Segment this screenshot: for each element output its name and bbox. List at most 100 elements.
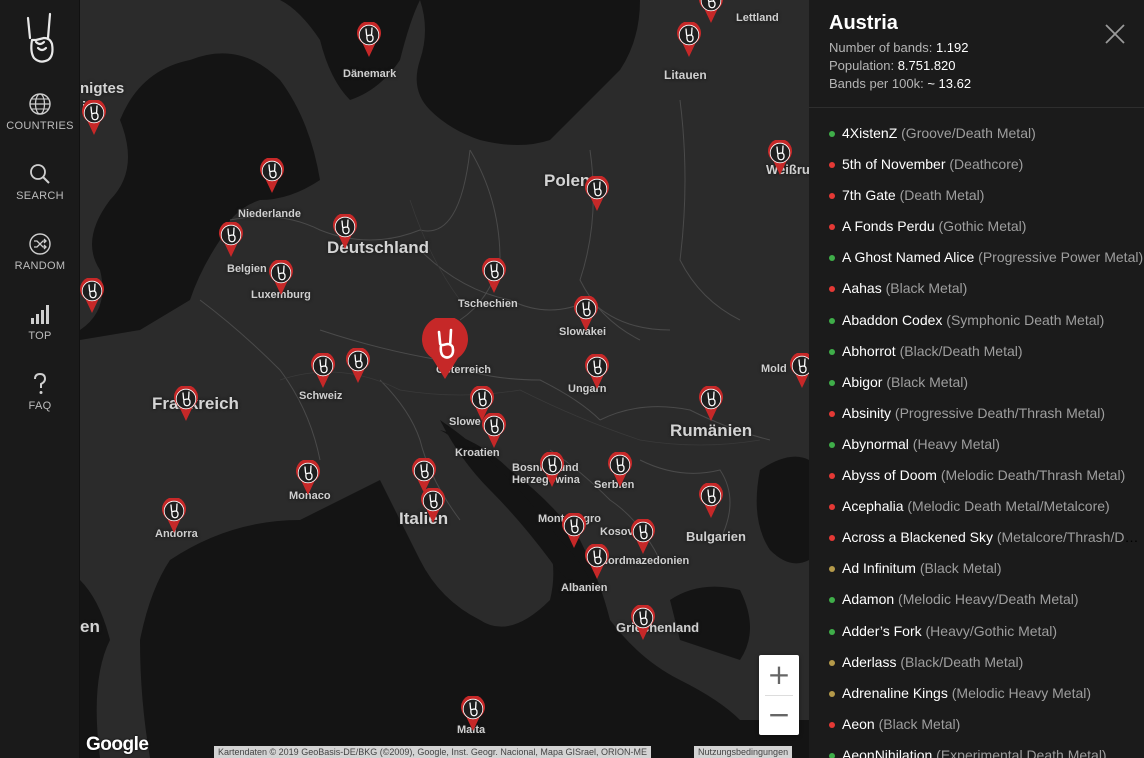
sidebar: COUNTRIES SEARCH RANDOM TOP FAQ [0, 0, 80, 758]
status-dot [829, 690, 835, 697]
map-pin-tschechien[interactable] [480, 256, 508, 294]
band-list-item[interactable]: Abynormal (Heavy Metal) [809, 429, 1144, 460]
map-pin-luxemburg[interactable] [267, 258, 295, 296]
nav-top[interactable]: TOP [0, 302, 80, 362]
map-pin-bulgarien[interactable] [697, 481, 725, 519]
status-dot [829, 379, 835, 386]
band-name: Aahas [842, 280, 882, 297]
map-pin-mazedonien[interactable] [629, 517, 657, 555]
map-pin-liechtenstein[interactable] [344, 346, 372, 384]
map-pin-belgien[interactable] [217, 220, 245, 258]
nav-search-label: SEARCH [16, 190, 64, 202]
app-root: COUNTRIES SEARCH RANDOM TOP FAQ Dänemark… [0, 0, 1144, 758]
band-list-item[interactable]: Aahas (Black Metal) [809, 273, 1144, 304]
map-pin-malta[interactable] [459, 694, 487, 732]
map-pin-bosnien[interactable] [538, 450, 566, 488]
map-pin-uk[interactable] [80, 98, 108, 136]
band-list-item[interactable]: A Ghost Named Alice (Progressive Power M… [809, 242, 1144, 273]
map-pin-rumaenien[interactable] [697, 384, 725, 422]
band-genre: (Heavy/Gothic Metal) [921, 622, 1058, 639]
map-pin-moldau[interactable] [788, 351, 809, 389]
band-list-item[interactable]: 5th of November (Deathcore) [809, 149, 1144, 180]
terms-link[interactable]: Nutzungsbedingungen [694, 746, 793, 758]
label-tschechien: Tschechien [458, 298, 518, 310]
band-genre: (Symphonic Death Metal) [942, 311, 1105, 328]
status-dot [829, 566, 835, 573]
map-pin-ireland[interactable] [80, 276, 106, 314]
band-list-item[interactable]: Acephalia (Melodic Death Metal/Metalcore… [809, 491, 1144, 522]
map-pin-monaco[interactable] [294, 458, 322, 496]
label-daenemark: Dänemark [343, 68, 397, 80]
band-list-item[interactable]: Across a Blackened Sky (Metalcore/Thrash… [809, 522, 1144, 553]
band-genre: (Gothic Metal) [934, 218, 1027, 235]
band-list-item[interactable]: Aeon (Black Metal) [809, 709, 1144, 740]
map-pin-deutschland[interactable] [331, 212, 359, 250]
status-dot [829, 131, 835, 137]
stat-bands-label: Number of bands: [829, 40, 933, 55]
map-pin-ungarn[interactable] [583, 352, 611, 390]
band-list-item[interactable]: Adamon (Melodic Heavy/Death Metal) [809, 584, 1144, 615]
map-pin-lettland[interactable] [697, 0, 725, 24]
nav-faq-label: FAQ [28, 400, 52, 412]
band-list-item[interactable]: Abhorrot (Black/Death Metal) [809, 336, 1144, 367]
country-title: Austria [829, 12, 898, 34]
map-pin-frankreich[interactable] [172, 384, 200, 422]
band-genre: (Black Metal) [874, 715, 961, 732]
map-pin-niederlande[interactable] [258, 156, 286, 194]
map-pin-kroatien[interactable] [480, 411, 508, 449]
nav-top-label: TOP [28, 330, 52, 342]
map-pin-weissrussland[interactable] [766, 138, 794, 176]
band-genre: (Experimental Death Metal) [932, 746, 1107, 758]
band-list-item[interactable]: Abyss of Doom (Melodic Death/Thrash Meta… [809, 460, 1144, 491]
band-genre: (Metalcore/Thrash/Death... [996, 529, 1144, 546]
band-list: 4XistenZ (Groove/Death Metal) 5th of Nove… [809, 118, 1144, 758]
band-name: Aeon [842, 715, 875, 732]
map-pin-italien[interactable] [419, 486, 447, 524]
status-dot [829, 255, 835, 262]
zoom-out-button[interactable]: − [759, 695, 799, 735]
map-pin-andorra[interactable] [160, 496, 188, 534]
map-pin-oesterreich-active[interactable] [420, 316, 470, 380]
nav-countries[interactable]: COUNTRIES [0, 92, 80, 152]
band-list-item[interactable]: 4XistenZ (Groove/Death Metal) [809, 118, 1144, 149]
band-list-item[interactable]: Abigor (Black Metal) [809, 367, 1144, 398]
map-pin-polen[interactable] [583, 174, 611, 212]
band-genre: (Heavy Metal) [908, 435, 1000, 452]
band-list-item[interactable]: Ad Infinitum (Black Metal) [809, 553, 1144, 584]
stat-per100k-label: Bands per 100k: [829, 76, 924, 91]
stat-population-label: Population: [829, 58, 895, 73]
map-pin-litauen[interactable] [675, 20, 703, 58]
stat-bands: Number of bands: 1.192 [829, 40, 969, 55]
map-pin-daenemark[interactable] [355, 20, 383, 58]
map-view[interactable]: Dänemark Lettland Litauen nigtes ich Nie… [80, 0, 809, 758]
map-pin-slowakei[interactable] [572, 294, 600, 332]
status-dot [829, 752, 835, 758]
nav-search[interactable]: SEARCH [0, 162, 80, 222]
status-dot [829, 224, 835, 231]
metal-hand-icon[interactable] [20, 12, 60, 66]
band-list-item[interactable]: A Fonds Perdu (Gothic Metal) [809, 211, 1144, 242]
band-list-item[interactable]: Adrenaline Kings (Melodic Heavy Metal) [809, 678, 1144, 709]
band-list-item[interactable]: Abaddon Codex (Symphonic Death Metal) [809, 305, 1144, 336]
band-list-item[interactable]: 7th Gate (Death Metal) [809, 180, 1144, 211]
map-pin-albanien[interactable] [583, 542, 611, 580]
band-list-item[interactable]: Absinity (Progressive Death/Thrash Metal… [809, 398, 1144, 429]
band-name: Abaddon Codex [842, 311, 943, 328]
map-pin-serbien[interactable] [606, 450, 634, 488]
search-icon [30, 164, 50, 184]
nav-random[interactable]: RANDOM [0, 232, 80, 292]
band-list-item[interactable]: AeonNihilation (Experimental Death Metal… [809, 740, 1144, 758]
nav-faq[interactable]: FAQ [0, 372, 80, 432]
zoom-in-button[interactable]: + [759, 655, 799, 695]
band-list-item[interactable]: Adder’s Fork (Heavy/Gothic Metal) [809, 616, 1144, 647]
map-pin-griechenland[interactable] [629, 603, 657, 641]
band-name: 7th Gate [842, 187, 896, 204]
stat-bands-value: 1.192 [935, 40, 969, 55]
band-name: A Fonds Perdu [842, 218, 935, 235]
band-list-item[interactable]: Aderlass (Black/Death Metal) [809, 647, 1144, 678]
status-dot [829, 441, 835, 448]
map-pin-schweiz[interactable] [309, 351, 337, 389]
close-icon[interactable] [1103, 22, 1127, 46]
band-name: Acephalia [842, 498, 904, 515]
band-name: Adder’s Fork [842, 622, 922, 639]
